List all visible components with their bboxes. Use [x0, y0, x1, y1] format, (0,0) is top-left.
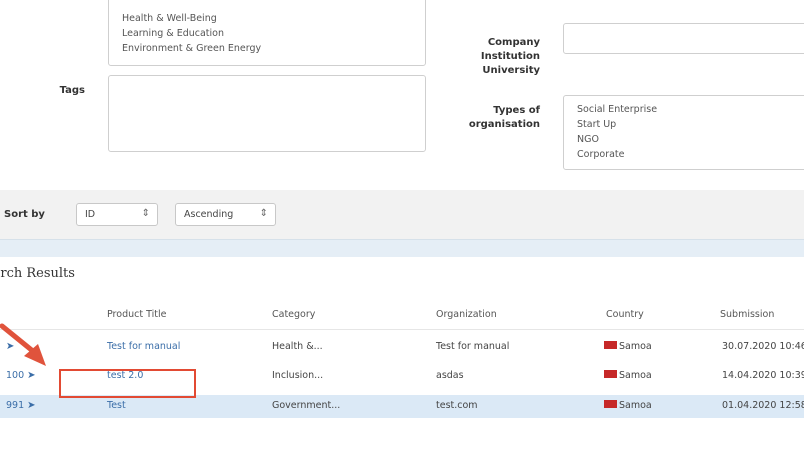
org-type-option[interactable]: Corporate — [577, 147, 804, 162]
category-option[interactable]: Health & Well-Being — [122, 11, 425, 26]
row-country: Samoa — [604, 370, 652, 381]
row-id: 991 ➤ — [6, 400, 36, 411]
results-info-bar — [0, 239, 804, 257]
row-category: Government... — [272, 400, 341, 411]
col-header-submission[interactable]: Submission — [720, 309, 774, 320]
chevron-updown-icon: ⇕ — [259, 208, 268, 219]
pin-icon[interactable]: ➤ — [27, 370, 35, 381]
category-listbox[interactable]: Health & Well-Being Learning & Education… — [108, 0, 426, 66]
company-label: Company Institution University — [480, 37, 540, 76]
row-submission: 30.07.2020 10:46 — [722, 341, 804, 352]
sort-order-value: Ascending — [184, 209, 234, 220]
flag-icon — [604, 341, 617, 349]
row-organization: Test for manual — [436, 341, 510, 352]
category-option[interactable]: Environment & Green Energy — [122, 41, 425, 56]
row-title-link[interactable]: Test — [107, 400, 126, 411]
col-header-organization[interactable]: Organization — [436, 309, 497, 320]
sort-by-label: Sort by — [4, 209, 45, 220]
row-organization: test.com — [436, 400, 478, 411]
col-header-category[interactable]: Category — [272, 309, 315, 320]
header-divider — [0, 329, 804, 330]
tags-input[interactable] — [108, 75, 426, 152]
org-type-listbox[interactable]: Social Enterprise Start Up NGO Corporate — [563, 95, 804, 170]
row-organization: asdas — [436, 370, 464, 381]
org-type-label: Types of organisation — [468, 105, 540, 130]
row-category: Inclusion... — [272, 370, 324, 381]
chevron-updown-icon: ⇕ — [141, 208, 150, 219]
row-category: Health &... — [272, 341, 323, 352]
org-type-option[interactable]: Start Up — [577, 117, 804, 132]
row-id: 100 ➤ — [6, 370, 36, 381]
pin-icon[interactable]: ➤ — [27, 400, 35, 411]
table-row-selected[interactable]: 991 ➤ Test Government... test.com Samoa … — [0, 395, 804, 418]
sort-field-value: ID — [85, 209, 96, 220]
org-type-option[interactable]: NGO — [577, 132, 804, 147]
highlight-box — [59, 369, 196, 398]
col-header-title[interactable]: Product Title — [107, 309, 166, 320]
row-submission: 01.04.2020 12:58 — [722, 400, 804, 411]
arrow-annotation-icon — [0, 323, 46, 366]
flag-icon — [604, 400, 617, 408]
row-submission: 14.04.2020 10:39 — [722, 370, 804, 381]
flag-icon — [604, 370, 617, 378]
row-country: Samoa — [604, 400, 652, 411]
col-header-country[interactable]: Country — [606, 309, 644, 320]
row-title-link[interactable]: Test for manual — [107, 341, 180, 352]
row-country: Samoa — [604, 341, 652, 352]
tags-label: Tags — [59, 85, 85, 96]
org-type-option[interactable]: Social Enterprise — [577, 102, 804, 117]
table-row[interactable]: ➤ Test for manual Health &... Test for m… — [0, 336, 804, 359]
sort-order-select[interactable]: Ascending ⇕ — [175, 203, 276, 226]
category-option[interactable]: Learning & Education — [122, 26, 425, 41]
company-input[interactable] — [563, 23, 804, 54]
results-title: Search Results — [0, 266, 75, 281]
sort-field-select[interactable]: ID ⇕ — [76, 203, 158, 226]
